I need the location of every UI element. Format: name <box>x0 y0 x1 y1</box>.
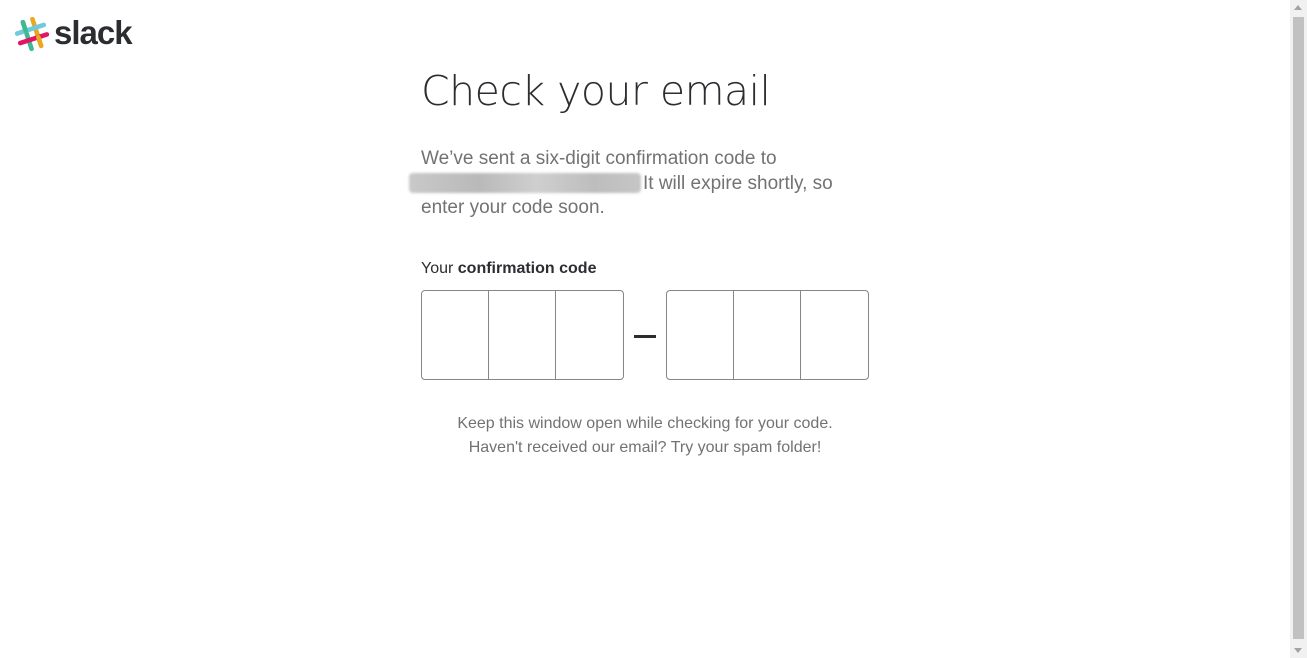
confirm-email-panel: Check your email We’ve sent a six-digit … <box>409 66 891 460</box>
hint-line-2: Haven't received our email? Try your spa… <box>468 438 822 456</box>
code-digit-1[interactable] <box>422 290 489 379</box>
scroll-thumb[interactable] <box>1293 17 1304 639</box>
code-label-prefix: Your <box>421 259 458 277</box>
description-line-3: enter your code soon. <box>421 197 605 218</box>
page: slack Check your email We’ve sent a six-… <box>0 0 1307 658</box>
description-line-1: We’ve sent a six-digit confirmation code… <box>421 148 777 169</box>
scroll-up-arrow-icon[interactable] <box>1294 5 1302 10</box>
code-group-second <box>666 289 869 380</box>
description-line-2: It will expire shortly, so <box>643 172 833 194</box>
code-digit-2[interactable] <box>489 290 556 379</box>
hint-line-1: Keep this window open while checking for… <box>457 414 833 432</box>
code-digit-4[interactable] <box>667 290 734 379</box>
code-digit-5[interactable] <box>734 290 801 379</box>
scroll-down-arrow-icon[interactable] <box>1294 648 1302 653</box>
redacted-email <box>409 172 641 193</box>
code-label-bold: confirmation code <box>457 259 597 277</box>
page-title: Check your email <box>421 67 771 115</box>
hint-text: Keep this window open while checking for… <box>421 412 869 460</box>
code-input-row <box>421 289 891 380</box>
code-label: Your confirmation code <box>421 259 891 279</box>
description: We’ve sent a six-digit confirmation code… <box>409 147 861 221</box>
code-separator-dash <box>634 335 656 339</box>
logo-wordmark: slack <box>54 13 133 51</box>
code-digit-6[interactable] <box>801 290 868 379</box>
vertical-scrollbar[interactable] <box>1290 0 1307 658</box>
slack-logo[interactable]: slack <box>14 13 133 52</box>
slack-hash-icon <box>14 16 50 52</box>
code-digit-3[interactable] <box>556 290 623 379</box>
code-group-first <box>421 289 624 380</box>
code-separator <box>624 318 666 352</box>
